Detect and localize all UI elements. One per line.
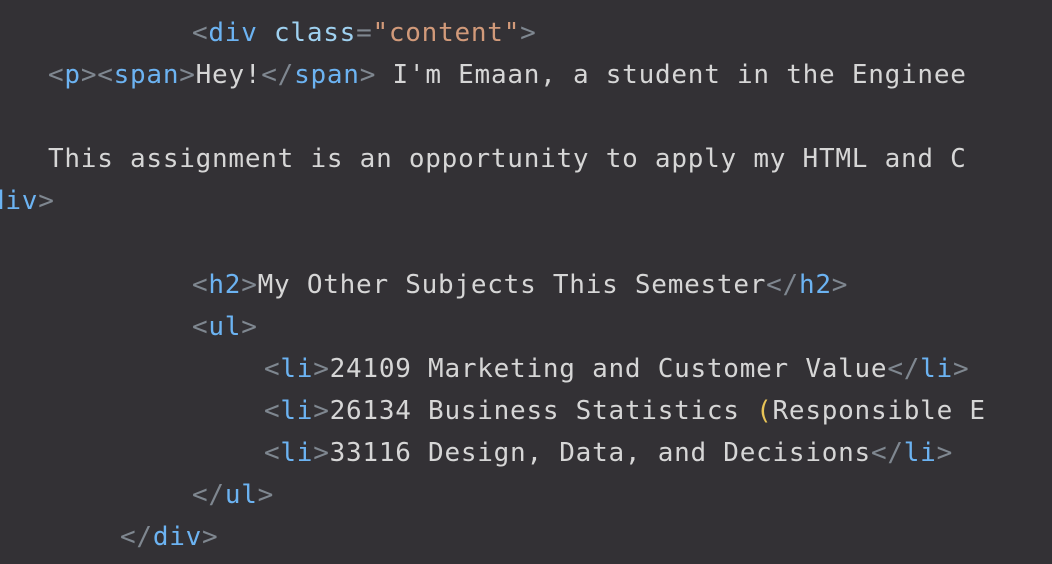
- tag-bracket: </: [870, 438, 904, 468]
- code-line: <li>26134 Business Statistics (Responsib…: [264, 390, 986, 432]
- tag-bracket: <: [97, 60, 114, 90]
- tag-bracket: </: [120, 522, 153, 552]
- code-line: </ul>: [192, 474, 274, 516]
- tag-bracket: </: [192, 480, 225, 510]
- code-line: </div>: [120, 516, 218, 558]
- tag-name: div: [0, 186, 39, 216]
- tag-bracket: >: [313, 354, 330, 384]
- code-line: <ul>: [192, 306, 258, 348]
- attribute-value: "content": [372, 18, 521, 48]
- tag-bracket: >: [179, 60, 196, 90]
- tag-bracket: >: [313, 396, 330, 426]
- code-line: <li>24109 Marketing and Customer Value</…: [264, 348, 969, 390]
- text-content: 24109 Marketing and Customer Value: [329, 354, 888, 384]
- tag-bracket: </: [261, 60, 295, 90]
- tag-bracket: >: [952, 354, 970, 384]
- code-line: <div class="content">: [192, 12, 537, 54]
- tag-bracket: <: [264, 438, 281, 468]
- tag-bracket: <: [192, 270, 209, 300]
- tag-bracket: >: [241, 270, 258, 300]
- text-content: My Other Subjects This Semester: [257, 270, 767, 300]
- tag-name: span: [294, 60, 360, 90]
- tag-name: li: [280, 396, 314, 426]
- tag-name: h2: [798, 270, 832, 300]
- code-line: div>: [0, 180, 55, 222]
- tag-bracket: <: [192, 18, 209, 48]
- equals-sign: =: [356, 18, 373, 48]
- tag-bracket: >: [359, 60, 377, 90]
- tag-bracket: >: [313, 438, 330, 468]
- tag-bracket: <: [264, 354, 281, 384]
- tag-name: ul: [208, 312, 242, 342]
- tag-bracket: <: [192, 312, 209, 342]
- tag-name: p: [64, 60, 81, 90]
- tag-name: li: [920, 354, 953, 384]
- tag-name: ul: [224, 480, 258, 510]
- tag-name: li: [280, 438, 314, 468]
- text-content: 26134 Business Statistics: [329, 396, 757, 426]
- tag-bracket: >: [831, 270, 849, 300]
- tag-bracket: <: [264, 396, 281, 426]
- tag-bracket: >: [80, 60, 98, 90]
- text-content: 33116 Design, Data, and Decisions: [329, 438, 871, 468]
- code-line: <p><span>Hey!</span> I'm Emaan, a studen…: [48, 54, 967, 96]
- tag-bracket: </: [887, 354, 921, 384]
- text-content: This assignment is an opportunity to app…: [48, 144, 967, 174]
- tag-bracket: >: [936, 438, 953, 468]
- tag-bracket: </: [766, 270, 799, 300]
- matched-parenthesis: (: [756, 396, 773, 426]
- tag-name: div: [208, 18, 258, 48]
- tag-name: li: [280, 354, 314, 384]
- attribute-name: class: [274, 18, 357, 48]
- code-line: <li>33116 Design, Data, and Decisions</l…: [264, 432, 953, 474]
- code-editor[interactable]: <div class="content"> <p><span>Hey!</spa…: [0, 0, 1052, 564]
- text-content: Hey!: [195, 60, 262, 90]
- tag-bracket: >: [257, 480, 275, 510]
- tag-bracket: >: [241, 312, 258, 342]
- code-line: This assignment is an opportunity to app…: [48, 138, 967, 180]
- tag-name: li: [903, 438, 937, 468]
- tag-bracket: >: [38, 186, 55, 216]
- text-content: I'm Emaan, a student in the Enginee: [376, 60, 967, 90]
- text-content: Responsible E: [772, 396, 986, 426]
- tag-name: span: [113, 60, 180, 90]
- tag-bracket: >: [520, 18, 537, 48]
- tag-bracket: >: [202, 522, 219, 552]
- code-line: <h2>My Other Subjects This Semester</h2>: [192, 264, 848, 306]
- tag-name: h2: [208, 270, 242, 300]
- tag-bracket: <: [48, 60, 65, 90]
- tag-name: div: [152, 522, 203, 552]
